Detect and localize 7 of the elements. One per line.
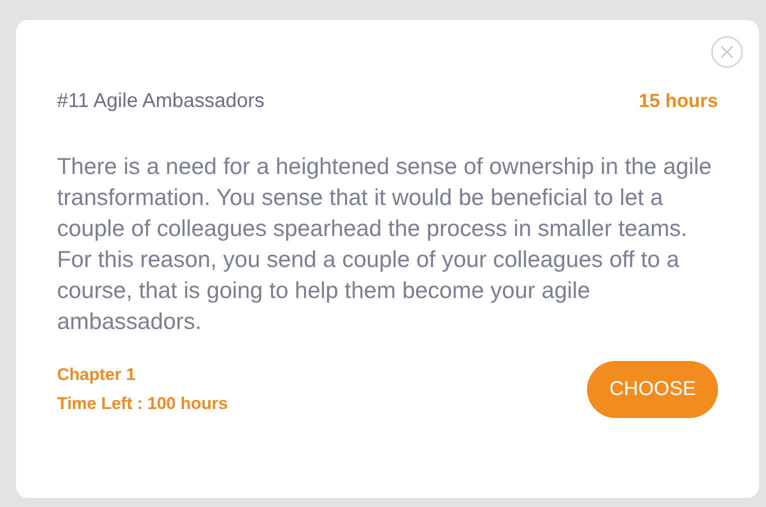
task-duration: 15 hours [638,90,718,112]
time-left-label: Time Left : 100 hours [57,394,228,414]
task-title: #11 Agile Ambassadors [57,90,265,113]
chapter-label: Chapter 1 [57,365,136,385]
close-button[interactable] [711,36,743,68]
choose-button[interactable]: CHOOSE [587,361,718,418]
task-description: There is a need for a heightened sense of ownership in the agile transformation. You sense that it would be beneficial to let a couple of colleagues spearhead the process in smaller teams. For this reason, you send a couple of your colleagues off to a course, that is going to help them become your agile ambassadors. [57,152,713,336]
